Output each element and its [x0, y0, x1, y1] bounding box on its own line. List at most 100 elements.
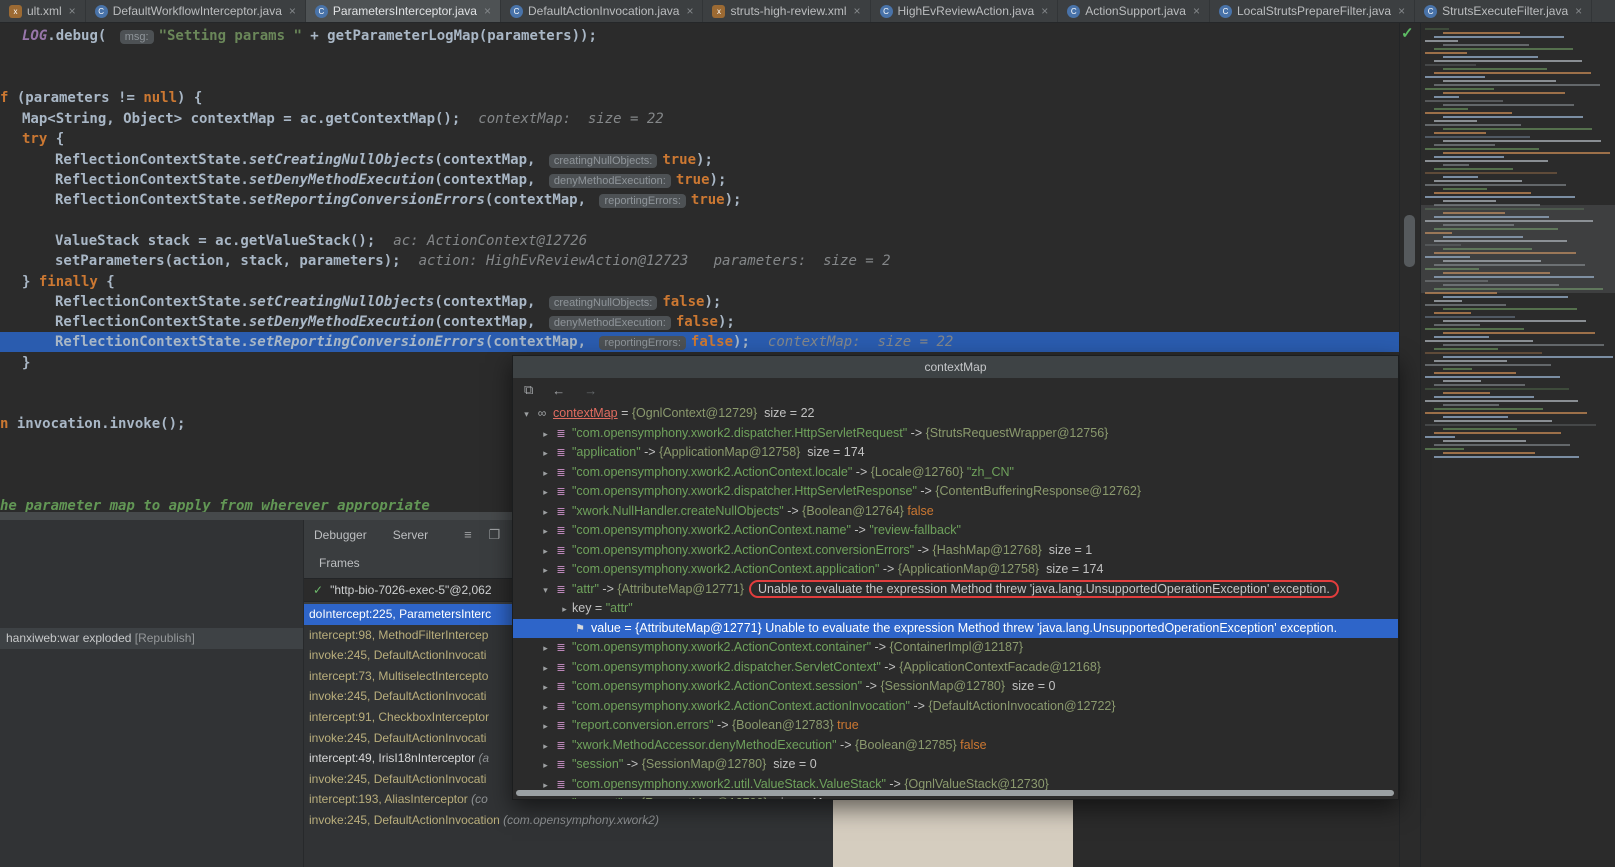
- frame-package: (a: [478, 751, 489, 765]
- editor-tab[interactable]: CDefaultWorkflowInterceptor.java×: [86, 0, 306, 22]
- tab-title: ult.xml: [27, 4, 62, 18]
- map-entry-icon: ≣: [553, 522, 569, 542]
- close-tab-icon[interactable]: ×: [853, 4, 860, 18]
- variable-row[interactable]: ▸≣"com.opensymphony.xwork2.ActionContext…: [513, 463, 1398, 483]
- chevron-right-icon[interactable]: ▸: [538, 444, 553, 464]
- editor-tab[interactable]: CParametersInterceptor.java×: [306, 0, 501, 22]
- map-entry-icon: ≣: [553, 483, 569, 503]
- flag-icon: ⚑: [572, 620, 588, 640]
- xml-file-icon: x: [9, 5, 22, 18]
- map-entry-icon: ≣: [553, 717, 569, 737]
- code-line: Map<String, Object> contextMap = ac.getC…: [22, 109, 664, 129]
- editor-tab[interactable]: xstruts-high-review.xml×: [703, 0, 870, 22]
- inspections-ok-icon[interactable]: ✓: [1401, 24, 1414, 42]
- code-line: }: [22, 353, 30, 373]
- close-tab-icon[interactable]: ×: [1041, 4, 1048, 18]
- chevron-right-icon[interactable]: ▸: [538, 756, 553, 776]
- chevron-right-icon[interactable]: ▸: [538, 503, 553, 523]
- background-window-fragment: [833, 794, 1073, 867]
- close-tab-icon[interactable]: ×: [1575, 4, 1582, 18]
- variable-row[interactable]: ▸≣"com.opensymphony.xwork2.ActionContext…: [513, 541, 1398, 561]
- tab-title: StrutsExecuteFilter.java: [1442, 4, 1568, 18]
- chevron-right-icon[interactable]: ▸: [538, 561, 553, 581]
- variable-row[interactable]: ▸≣"com.opensymphony.xwork2.dispatcher.Ht…: [513, 482, 1398, 502]
- java-file-icon: C: [95, 5, 108, 18]
- chevron-right-icon[interactable]: ▸: [538, 659, 553, 679]
- frames-header: Frames: [319, 556, 360, 570]
- popup-hscrollbar[interactable]: [516, 790, 1394, 796]
- variable-row[interactable]: ▸≣"com.opensymphony.xwork2.ActionContext…: [513, 560, 1398, 580]
- variable-row[interactable]: ▸≣"session" -> {SessionMap@12780} size =…: [513, 755, 1398, 775]
- map-entry-icon: ≣: [553, 639, 569, 659]
- variable-row[interactable]: ▸≣"xwork.NullHandler.createNullObjects" …: [513, 502, 1398, 522]
- code-line: ReflectionContextState.setReportingConve…: [55, 332, 953, 352]
- close-tab-icon[interactable]: ×: [1193, 4, 1200, 18]
- editor-tab[interactable]: CDefaultActionInvocation.java×: [501, 0, 703, 22]
- chevron-down-icon[interactable]: ▾: [519, 405, 534, 425]
- close-tab-icon[interactable]: ×: [1398, 4, 1405, 18]
- popup-title[interactable]: contextMap: [513, 356, 1398, 378]
- tab-server[interactable]: Server: [393, 528, 428, 542]
- back-icon[interactable]: ←: [552, 383, 565, 398]
- chevron-right-icon[interactable]: ▸: [538, 737, 553, 757]
- variable-row[interactable]: ▸≣"report.conversion.errors" -> {Boolean…: [513, 716, 1398, 736]
- chevron-right-icon[interactable]: ▸: [538, 678, 553, 698]
- chevron-spacer: [557, 620, 572, 640]
- frame-text: intercept:193, AliasInterceptor: [309, 792, 471, 806]
- editor-scrollbar-track[interactable]: [1399, 23, 1420, 867]
- thread-name: "http-bio-7026-exec-5"@2,062: [330, 583, 491, 597]
- editor-tab[interactable]: CActionSupport.java×: [1058, 0, 1210, 22]
- variable-row[interactable]: ▸≣"com.opensymphony.xwork2.dispatcher.Se…: [513, 658, 1398, 678]
- restore-layout-icon[interactable]: ❐: [489, 527, 501, 543]
- frame-text: invoke:245, DefaultActionInvocation: [309, 813, 503, 827]
- chevron-right-icon[interactable]: ▸: [538, 542, 553, 562]
- code-line: he parameter map to apply from wherever …: [0, 496, 430, 512]
- tab-debugger[interactable]: Debugger: [314, 528, 367, 542]
- editor-tab[interactable]: CLocalStrutsPrepareFilter.java×: [1210, 0, 1415, 22]
- map-entry-icon: ≣: [553, 659, 569, 679]
- close-tab-icon[interactable]: ×: [686, 4, 693, 18]
- code-line: ReflectionContextState.setReportingConve…: [55, 190, 741, 210]
- deployment-item[interactable]: hanxiweb:war exploded [Republish]: [0, 628, 303, 649]
- chevron-right-icon[interactable]: ▸: [557, 600, 572, 620]
- code-line: } finally {: [22, 272, 115, 292]
- chevron-right-icon[interactable]: ▸: [538, 425, 553, 445]
- stack-frame[interactable]: invoke:245, DefaultActionInvocation (com…: [304, 810, 836, 831]
- map-entry-icon: ≣: [553, 737, 569, 757]
- variable-row[interactable]: ▸≣"application" -> {ApplicationMap@12758…: [513, 443, 1398, 463]
- editor-tab[interactable]: CHighEvReviewAction.java×: [871, 0, 1059, 22]
- variable-row[interactable]: ⚑value = {AttributeMap@12771} Unable to …: [513, 619, 1398, 639]
- close-tab-icon[interactable]: ×: [69, 4, 76, 18]
- variable-row[interactable]: ▸≣"com.opensymphony.xwork2.ActionContext…: [513, 677, 1398, 697]
- variable-row[interactable]: ▸≣"com.opensymphony.xwork2.dispatcher.Ht…: [513, 424, 1398, 444]
- chevron-right-icon[interactable]: ▸: [538, 639, 553, 659]
- chevron-right-icon[interactable]: ▸: [538, 698, 553, 718]
- tab-bar: xult.xml×CDefaultWorkflowInterceptor.jav…: [0, 0, 1615, 23]
- variable-row[interactable]: ▸≣"com.opensymphony.xwork2.ActionContext…: [513, 521, 1398, 541]
- variable-row[interactable]: ▾≣"attr" -> {AttributeMap@12771}Unable t…: [513, 580, 1398, 600]
- chevron-right-icon[interactable]: ▸: [538, 464, 553, 484]
- editor-tab[interactable]: x ult.xml ×: [0, 0, 86, 22]
- editor-tab[interactable]: CStrutsExecuteFilter.java×: [1415, 0, 1592, 22]
- chevron-right-icon[interactable]: ▸: [538, 717, 553, 737]
- editor-scrollbar-thumb[interactable]: [1404, 215, 1415, 267]
- chevron-right-icon[interactable]: ▸: [538, 522, 553, 542]
- variable-row[interactable]: ▸key = "attr": [513, 599, 1398, 619]
- java-file-icon: C: [1067, 5, 1080, 18]
- chevron-down-icon[interactable]: ▾: [538, 581, 553, 601]
- minimap-viewport[interactable]: [1421, 205, 1615, 293]
- debugger-tab-bar: Debugger Server ≡ ❐ ⇩: [304, 522, 528, 548]
- variable-row[interactable]: ▾∞contextMap = {OgnlContext@12729} size …: [513, 404, 1398, 424]
- variables-tree: ▾∞contextMap = {OgnlContext@12729} size …: [513, 402, 1398, 800]
- close-tab-icon[interactable]: ×: [484, 4, 491, 18]
- variable-row[interactable]: ▸≣"com.opensymphony.xwork2.ActionContext…: [513, 638, 1398, 658]
- tab-title: LocalStrutsPrepareFilter.java: [1237, 4, 1391, 18]
- minimap-panel[interactable]: [1420, 23, 1615, 867]
- variable-row[interactable]: ▸≣"xwork.MethodAccessor.denyMethodExecut…: [513, 736, 1398, 756]
- forward-icon[interactable]: →: [584, 383, 597, 398]
- view-menu-icon[interactable]: ≡: [464, 527, 472, 543]
- copy-icon[interactable]: ⧉: [524, 382, 533, 398]
- variable-row[interactable]: ▸≣"com.opensymphony.xwork2.ActionContext…: [513, 697, 1398, 717]
- chevron-right-icon[interactable]: ▸: [538, 483, 553, 503]
- close-tab-icon[interactable]: ×: [289, 4, 296, 18]
